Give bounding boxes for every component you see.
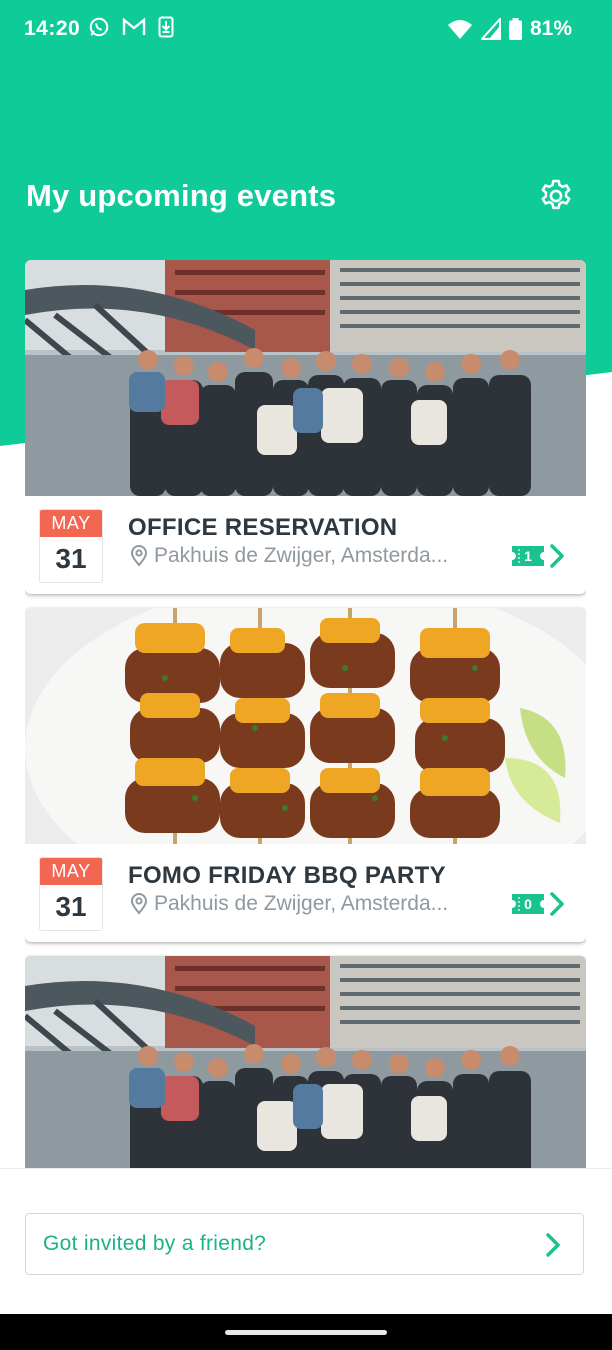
event-image-bbq-skewers-photo — [25, 608, 586, 844]
chevron-right-icon — [546, 1233, 560, 1257]
date-month: MAY — [40, 510, 102, 537]
event-location: Pakhuis de Zwijger, Amsterda... — [130, 892, 505, 916]
event-image-group-photo — [25, 260, 586, 496]
chevron-right-icon[interactable] — [549, 543, 565, 569]
status-time: 14:20 — [24, 17, 81, 40]
whatsapp-icon — [89, 17, 109, 37]
event-card[interactable] — [25, 956, 586, 1168]
date-month: MAY — [40, 858, 102, 885]
gear-icon — [541, 179, 571, 210]
download-icon — [158, 16, 174, 38]
wifi-icon — [447, 20, 472, 39]
invite-label: Got invited by a friend? — [43, 1232, 267, 1255]
system-nav-bar — [0, 1314, 612, 1350]
home-indicator[interactable] — [225, 1330, 387, 1335]
location-pin-icon — [130, 545, 148, 567]
location-pin-icon — [130, 893, 148, 915]
event-card[interactable]: MAY 31 FOMO FRIDAY BBQ PARTY Pakhuis de … — [25, 608, 586, 942]
events-list: MAY 31 OFFICE RESERVATION Pakhuis de Zwi… — [25, 260, 586, 1168]
chevron-right-icon[interactable] — [549, 891, 565, 917]
page-title: My upcoming events — [26, 178, 337, 213]
event-image-group-photo — [25, 956, 586, 1168]
event-title: OFFICE RESERVATION — [128, 514, 398, 541]
event-title: FOMO FRIDAY BBQ PARTY — [128, 862, 446, 889]
event-card[interactable]: MAY 31 OFFICE RESERVATION Pakhuis de Zwi… — [25, 260, 586, 594]
event-location-text: Pakhuis de Zwijger, Amsterda... — [154, 892, 449, 915]
ticket-count: 1 — [524, 548, 532, 564]
event-location: Pakhuis de Zwijger, Amsterda... — [130, 544, 505, 568]
invite-button[interactable]: Got invited by a friend? — [25, 1213, 584, 1275]
ticket-badge: 1 — [512, 546, 544, 566]
bottom-panel: Got invited by a friend? — [0, 1168, 612, 1315]
ticket-badge: 0 — [512, 894, 544, 914]
date-badge: MAY 31 — [39, 857, 103, 931]
battery-icon — [508, 18, 522, 40]
ticket-count: 0 — [524, 896, 532, 912]
settings-button[interactable] — [534, 174, 578, 218]
date-day: 31 — [55, 891, 87, 922]
status-bar: 14:20 81% — [0, 0, 612, 60]
date-day: 31 — [55, 543, 87, 574]
date-badge: MAY 31 — [39, 509, 103, 583]
gmail-icon — [122, 17, 146, 35]
signal-icon — [480, 18, 501, 40]
battery-percent: 81% — [529, 17, 572, 40]
event-location-text: Pakhuis de Zwijger, Amsterda... — [154, 544, 449, 567]
